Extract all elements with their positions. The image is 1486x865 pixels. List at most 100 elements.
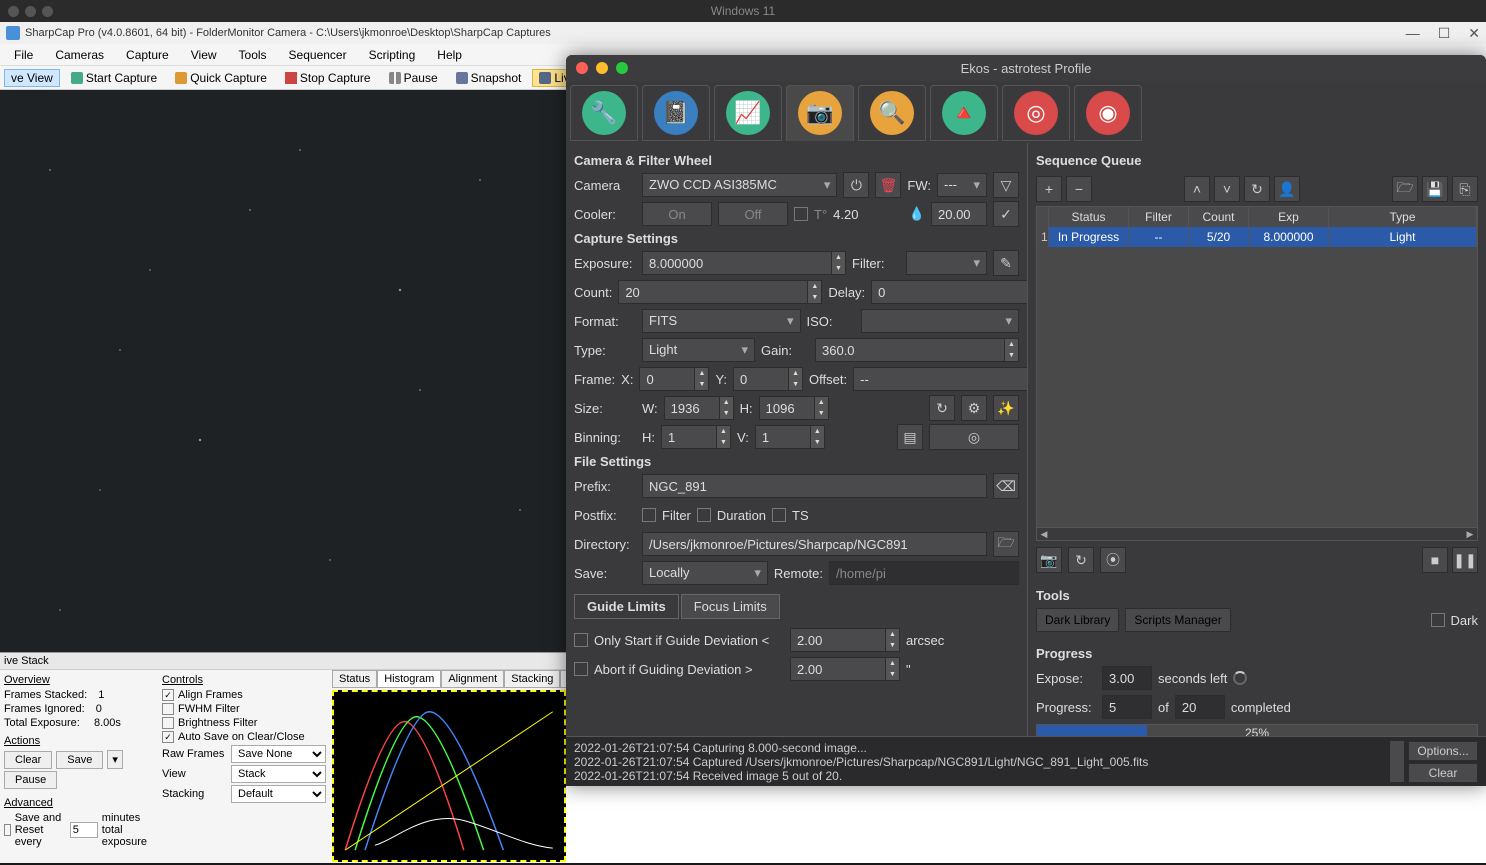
log-scrollbar[interactable]: [1390, 741, 1404, 782]
queue-h-scrollbar[interactable]: ◀▶: [1037, 527, 1477, 540]
start-capture-button[interactable]: Start Capture: [64, 69, 164, 87]
tab-focus[interactable]: 🔍: [858, 85, 926, 141]
h-spinner[interactable]: ▲▼: [815, 396, 829, 420]
save-location-select[interactable]: Locally: [642, 561, 768, 585]
menu-file[interactable]: File: [4, 46, 43, 64]
preview-button[interactable]: 📷: [1036, 547, 1062, 573]
only-start-checkbox[interactable]: [574, 633, 588, 647]
align-frames-checkbox[interactable]: ✓: [162, 689, 174, 701]
dark-checkbox[interactable]: [1431, 613, 1445, 627]
clear-log-button[interactable]: Clear: [1408, 763, 1478, 783]
w-spinner[interactable]: ▲▼: [720, 396, 734, 420]
delete-button[interactable]: 🗑: [875, 172, 901, 198]
pause-sequence-button[interactable]: ❚❚: [1452, 547, 1478, 573]
save-button[interactable]: Save: [56, 751, 103, 769]
menu-cameras[interactable]: Cameras: [45, 46, 114, 64]
cooler-on-button[interactable]: On: [642, 202, 712, 226]
save-dropdown-button[interactable]: ▾: [107, 750, 123, 769]
pause-stack-button[interactable]: Pause: [4, 771, 57, 789]
format-select[interactable]: FITS: [642, 309, 801, 333]
exposure-input[interactable]: [642, 251, 832, 275]
tab-capture[interactable]: 📷: [786, 85, 854, 141]
save-queue-as-button[interactable]: ⎘: [1452, 176, 1478, 202]
tab-align[interactable]: 🔺: [930, 85, 998, 141]
tab-alignment[interactable]: Alignment: [441, 670, 504, 688]
filter-select[interactable]: [906, 251, 987, 275]
save-reset-input[interactable]: [70, 822, 98, 838]
save-reset-checkbox[interactable]: [4, 824, 11, 836]
open-queue-button[interactable]: 🗁: [1392, 176, 1418, 202]
apply-temp-button[interactable]: ✓: [993, 201, 1019, 227]
observer-info-button[interactable]: 👤: [1274, 176, 1300, 202]
fwhm-filter-checkbox[interactable]: [162, 703, 174, 715]
abort-input[interactable]: [790, 657, 886, 681]
menu-view[interactable]: View: [181, 46, 227, 64]
histogram-plot[interactable]: [332, 690, 566, 862]
ekos-titlebar[interactable]: Ekos - astrotest Profile: [566, 55, 1486, 81]
raw-frames-select[interactable]: Save None: [231, 745, 326, 763]
gain-spinner[interactable]: ▲▼: [1005, 338, 1019, 362]
menu-tools[interactable]: Tools: [229, 46, 277, 64]
directory-input[interactable]: [642, 532, 987, 556]
type-select[interactable]: Light: [642, 338, 755, 362]
tab-stacking[interactable]: Stacking: [504, 670, 560, 688]
save-queue-button[interactable]: 💾: [1422, 176, 1448, 202]
tab-histogram[interactable]: Histogram: [377, 670, 441, 688]
zoom-button[interactable]: [616, 62, 628, 74]
cooler-target-input[interactable]: [931, 202, 987, 226]
postfix-duration-checkbox[interactable]: [697, 508, 711, 522]
size-w-input[interactable]: [664, 396, 720, 420]
tab-guide[interactable]: ◎: [1002, 85, 1070, 141]
tab-status[interactable]: Status: [332, 670, 377, 688]
calibration-button[interactable]: ⚙: [961, 395, 987, 421]
focus-limits-tab[interactable]: Focus Limits: [681, 594, 780, 619]
dark-library-button[interactable]: Dark Library: [1036, 608, 1119, 632]
stacking-select[interactable]: Default: [231, 785, 326, 803]
reset-jobs-button[interactable]: ↻: [1244, 176, 1270, 202]
remove-job-button[interactable]: −: [1066, 176, 1092, 202]
tab-scheduler[interactable]: 📓: [642, 85, 710, 141]
bv-spinner[interactable]: ▲▼: [811, 425, 825, 449]
bin-h-input[interactable]: [661, 425, 717, 449]
filter-settings-button[interactable]: ▽: [993, 172, 1019, 198]
auto-save-checkbox[interactable]: ✓: [162, 731, 174, 743]
add-job-button[interactable]: +: [1036, 176, 1062, 202]
prefix-input[interactable]: [642, 474, 987, 498]
y-spinner[interactable]: ▲▼: [789, 367, 803, 391]
live-video-button[interactable]: ⦿: [1100, 547, 1126, 573]
filter-wheel-select[interactable]: ---: [937, 173, 987, 197]
temp-checkbox[interactable]: [794, 207, 808, 221]
menu-sequencer[interactable]: Sequencer: [279, 46, 357, 64]
quick-capture-button[interactable]: Quick Capture: [168, 69, 274, 87]
edit-filter-button[interactable]: ✎: [993, 250, 1019, 276]
queue-row[interactable]: 1 In Progress -- 5/20 8.000000 Light: [1037, 227, 1477, 247]
tab-analyze[interactable]: 📈: [714, 85, 782, 141]
count-spinner[interactable]: ▲▼: [808, 280, 822, 304]
bh-spinner[interactable]: ▲▼: [717, 425, 731, 449]
close-button[interactable]: [576, 62, 588, 74]
cooler-off-button[interactable]: Off: [718, 202, 788, 226]
guide-limits-tab[interactable]: Guide Limits: [574, 594, 679, 619]
frame-x-input[interactable]: [639, 367, 695, 391]
clear-button[interactable]: Clear: [4, 751, 52, 769]
count-input[interactable]: [618, 280, 808, 304]
observer-button[interactable]: ◎: [929, 424, 1019, 450]
loop-button[interactable]: ↻: [1068, 547, 1094, 573]
view-select[interactable]: Stack: [231, 765, 326, 783]
only-start-input[interactable]: [790, 628, 886, 652]
close-button[interactable]: ✕: [1468, 25, 1480, 42]
x-spinner[interactable]: ▲▼: [695, 367, 709, 391]
star-field-image[interactable]: [0, 90, 566, 652]
remote-input[interactable]: [829, 561, 1019, 585]
exposure-spinner[interactable]: ▲▼: [832, 251, 846, 275]
iso-select[interactable]: [861, 309, 1020, 333]
menu-scripting[interactable]: Scripting: [359, 46, 426, 64]
clear-prefix-button[interactable]: ⌫: [993, 473, 1019, 499]
stop-capture-button[interactable]: Stop Capture: [278, 69, 378, 87]
tab-setup[interactable]: 🔧: [570, 85, 638, 141]
only-start-spinner[interactable]: ▲▼: [886, 628, 900, 652]
power-button[interactable]: ⏻: [843, 172, 869, 198]
offset-input[interactable]: [853, 367, 1028, 391]
minimize-button[interactable]: —: [1406, 25, 1420, 42]
live-view-button[interactable]: ve View: [4, 69, 60, 87]
